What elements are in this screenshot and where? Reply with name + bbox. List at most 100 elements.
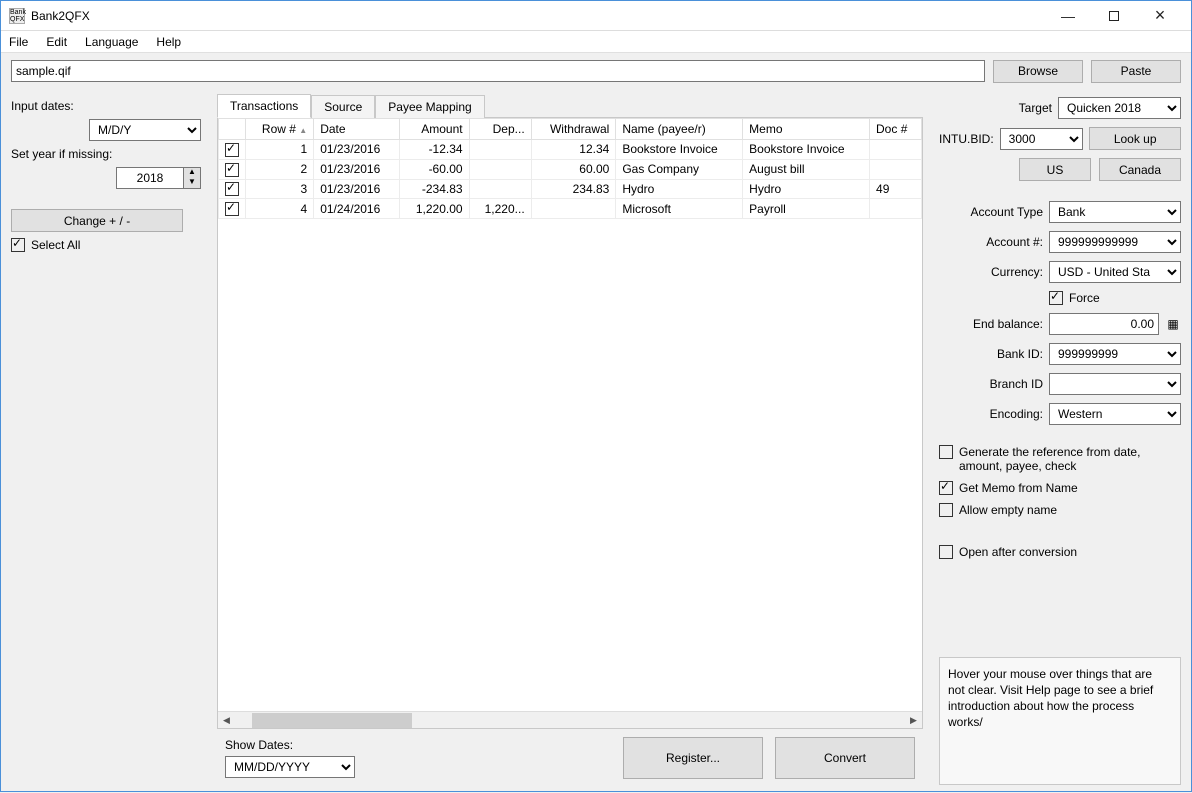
transactions-table: Row # ▲ Date Amount Dep... Withdrawal Na… xyxy=(218,118,922,219)
tab-source[interactable]: Source xyxy=(311,95,375,118)
check-icon xyxy=(939,503,953,517)
browse-button[interactable]: Browse xyxy=(993,60,1083,83)
cell-withdrawal xyxy=(531,199,616,219)
change-sign-button[interactable]: Change + / - xyxy=(11,209,183,232)
convert-button[interactable]: Convert xyxy=(775,737,915,779)
app-icon: BankQFX xyxy=(9,8,25,24)
cell-withdrawal: 60.00 xyxy=(531,159,616,179)
target-select[interactable]: Quicken 2018 xyxy=(1058,97,1181,119)
table-row[interactable]: 301/23/2016-234.83234.83HydroHydro49 xyxy=(219,179,922,199)
tab-transactions[interactable]: Transactions xyxy=(217,94,311,118)
col-name[interactable]: Name (payee/r) xyxy=(616,119,743,140)
open-after-checkbox[interactable]: Open after conversion xyxy=(939,545,1181,559)
col-check[interactable] xyxy=(219,119,246,140)
menu-help[interactable]: Help xyxy=(156,35,181,49)
account-num-select[interactable]: 999999999999 xyxy=(1049,231,1181,253)
force-checkbox[interactable]: Force xyxy=(1049,291,1100,305)
cell-deposit: 1,220... xyxy=(469,199,531,219)
help-text: Hover your mouse over things that are no… xyxy=(939,657,1181,785)
cell-withdrawal: 12.34 xyxy=(531,140,616,160)
cell-date: 01/23/2016 xyxy=(314,140,400,160)
canada-button[interactable]: Canada xyxy=(1099,158,1181,181)
cell-date: 01/23/2016 xyxy=(314,159,400,179)
force-label: Force xyxy=(1069,291,1100,305)
year-down[interactable]: ▼ xyxy=(184,178,200,188)
check-icon xyxy=(939,481,953,495)
show-dates-label: Show Dates: xyxy=(225,738,355,752)
col-doc[interactable]: Doc # xyxy=(870,119,922,140)
register-button[interactable]: Register... xyxy=(623,737,763,779)
tab-payee-mapping[interactable]: Payee Mapping xyxy=(375,95,484,118)
cell-amount: -60.00 xyxy=(399,159,469,179)
table-row[interactable]: 401/24/20161,220.001,220...MicrosoftPayr… xyxy=(219,199,922,219)
cell-memo: Payroll xyxy=(743,199,870,219)
end-balance-label: End balance: xyxy=(939,317,1043,331)
col-date[interactable]: Date xyxy=(314,119,400,140)
input-dates-label: Input dates: xyxy=(11,99,201,113)
sort-asc-icon: ▲ xyxy=(299,126,307,135)
select-all-checkbox[interactable]: Select All xyxy=(11,238,201,252)
col-deposit[interactable]: Dep... xyxy=(469,119,531,140)
check-icon xyxy=(11,238,25,252)
year-input[interactable] xyxy=(116,167,184,189)
scroll-left-icon[interactable]: ◀ xyxy=(218,715,235,726)
set-year-label: Set year if missing: xyxy=(11,147,201,161)
account-type-select[interactable]: Bank xyxy=(1049,201,1181,223)
minimize-button[interactable]: — xyxy=(1045,1,1091,31)
end-balance-input[interactable] xyxy=(1049,313,1159,335)
intu-select[interactable]: 3000 xyxy=(1000,128,1084,150)
col-row[interactable]: Row # ▲ xyxy=(246,119,314,140)
cell-doc: 49 xyxy=(870,179,922,199)
year-spinner[interactable]: ▲ ▼ xyxy=(116,167,201,189)
horizontal-scrollbar[interactable]: ◀ ▶ xyxy=(218,711,922,728)
col-withdrawal[interactable]: Withdrawal xyxy=(531,119,616,140)
scroll-thumb[interactable] xyxy=(252,713,412,728)
left-panel: Input dates: M/D/Y Set year if missing: … xyxy=(1,89,211,793)
menu-file[interactable]: File xyxy=(9,35,28,49)
bank-id-select[interactable]: 999999999 xyxy=(1049,343,1181,365)
cell-name: Gas Company xyxy=(616,159,743,179)
tabs: Transactions Source Payee Mapping xyxy=(217,93,923,117)
menu-language[interactable]: Language xyxy=(85,35,138,49)
row-check-icon[interactable] xyxy=(225,163,239,177)
encoding-select[interactable]: Western xyxy=(1049,403,1181,425)
row-check-icon[interactable] xyxy=(225,182,239,196)
center-panel: Transactions Source Payee Mapping Row # … xyxy=(211,89,929,793)
input-dates-select[interactable]: M/D/Y xyxy=(89,119,201,141)
us-button[interactable]: US xyxy=(1019,158,1091,181)
allow-empty-checkbox[interactable]: Allow empty name xyxy=(939,503,1181,517)
branch-id-select[interactable] xyxy=(1049,373,1181,395)
cell-row: 2 xyxy=(246,159,314,179)
col-memo[interactable]: Memo xyxy=(743,119,870,140)
get-memo-checkbox[interactable]: Get Memo from Name xyxy=(939,481,1181,495)
cell-row: 1 xyxy=(246,140,314,160)
filepath-input[interactable] xyxy=(11,60,985,82)
col-amount[interactable]: Amount xyxy=(399,119,469,140)
cell-date: 01/24/2016 xyxy=(314,199,400,219)
cell-memo: Hydro xyxy=(743,179,870,199)
scroll-right-icon[interactable]: ▶ xyxy=(905,715,922,726)
paste-button[interactable]: Paste xyxy=(1091,60,1181,83)
row-check-icon[interactable] xyxy=(225,143,239,157)
cell-row: 3 xyxy=(246,179,314,199)
menu-edit[interactable]: Edit xyxy=(46,35,67,49)
show-dates-select[interactable]: MM/DD/YYYY xyxy=(225,756,355,778)
gen-ref-checkbox[interactable]: Generate the reference from date, amount… xyxy=(939,445,1181,473)
row-check-icon[interactable] xyxy=(225,202,239,216)
file-row: Browse Paste xyxy=(1,53,1191,89)
calendar-icon[interactable]: ▦ xyxy=(1165,317,1181,331)
lookup-button[interactable]: Look up xyxy=(1089,127,1181,150)
table-row[interactable]: 101/23/2016-12.3412.34Bookstore InvoiceB… xyxy=(219,140,922,160)
encoding-label: Encoding: xyxy=(939,407,1043,421)
currency-select[interactable]: USD - United Sta xyxy=(1049,261,1181,283)
cell-withdrawal: 234.83 xyxy=(531,179,616,199)
transactions-pane: Row # ▲ Date Amount Dep... Withdrawal Na… xyxy=(217,117,923,729)
maximize-button[interactable] xyxy=(1091,1,1137,31)
menubar: File Edit Language Help xyxy=(1,31,1191,53)
table-row[interactable]: 201/23/2016-60.0060.00Gas CompanyAugust … xyxy=(219,159,922,179)
cell-deposit xyxy=(469,159,531,179)
cell-amount: -234.83 xyxy=(399,179,469,199)
close-button[interactable]: × xyxy=(1137,1,1183,31)
window-title: Bank2QFX xyxy=(31,9,1045,23)
bank-id-label: Bank ID: xyxy=(939,347,1043,361)
